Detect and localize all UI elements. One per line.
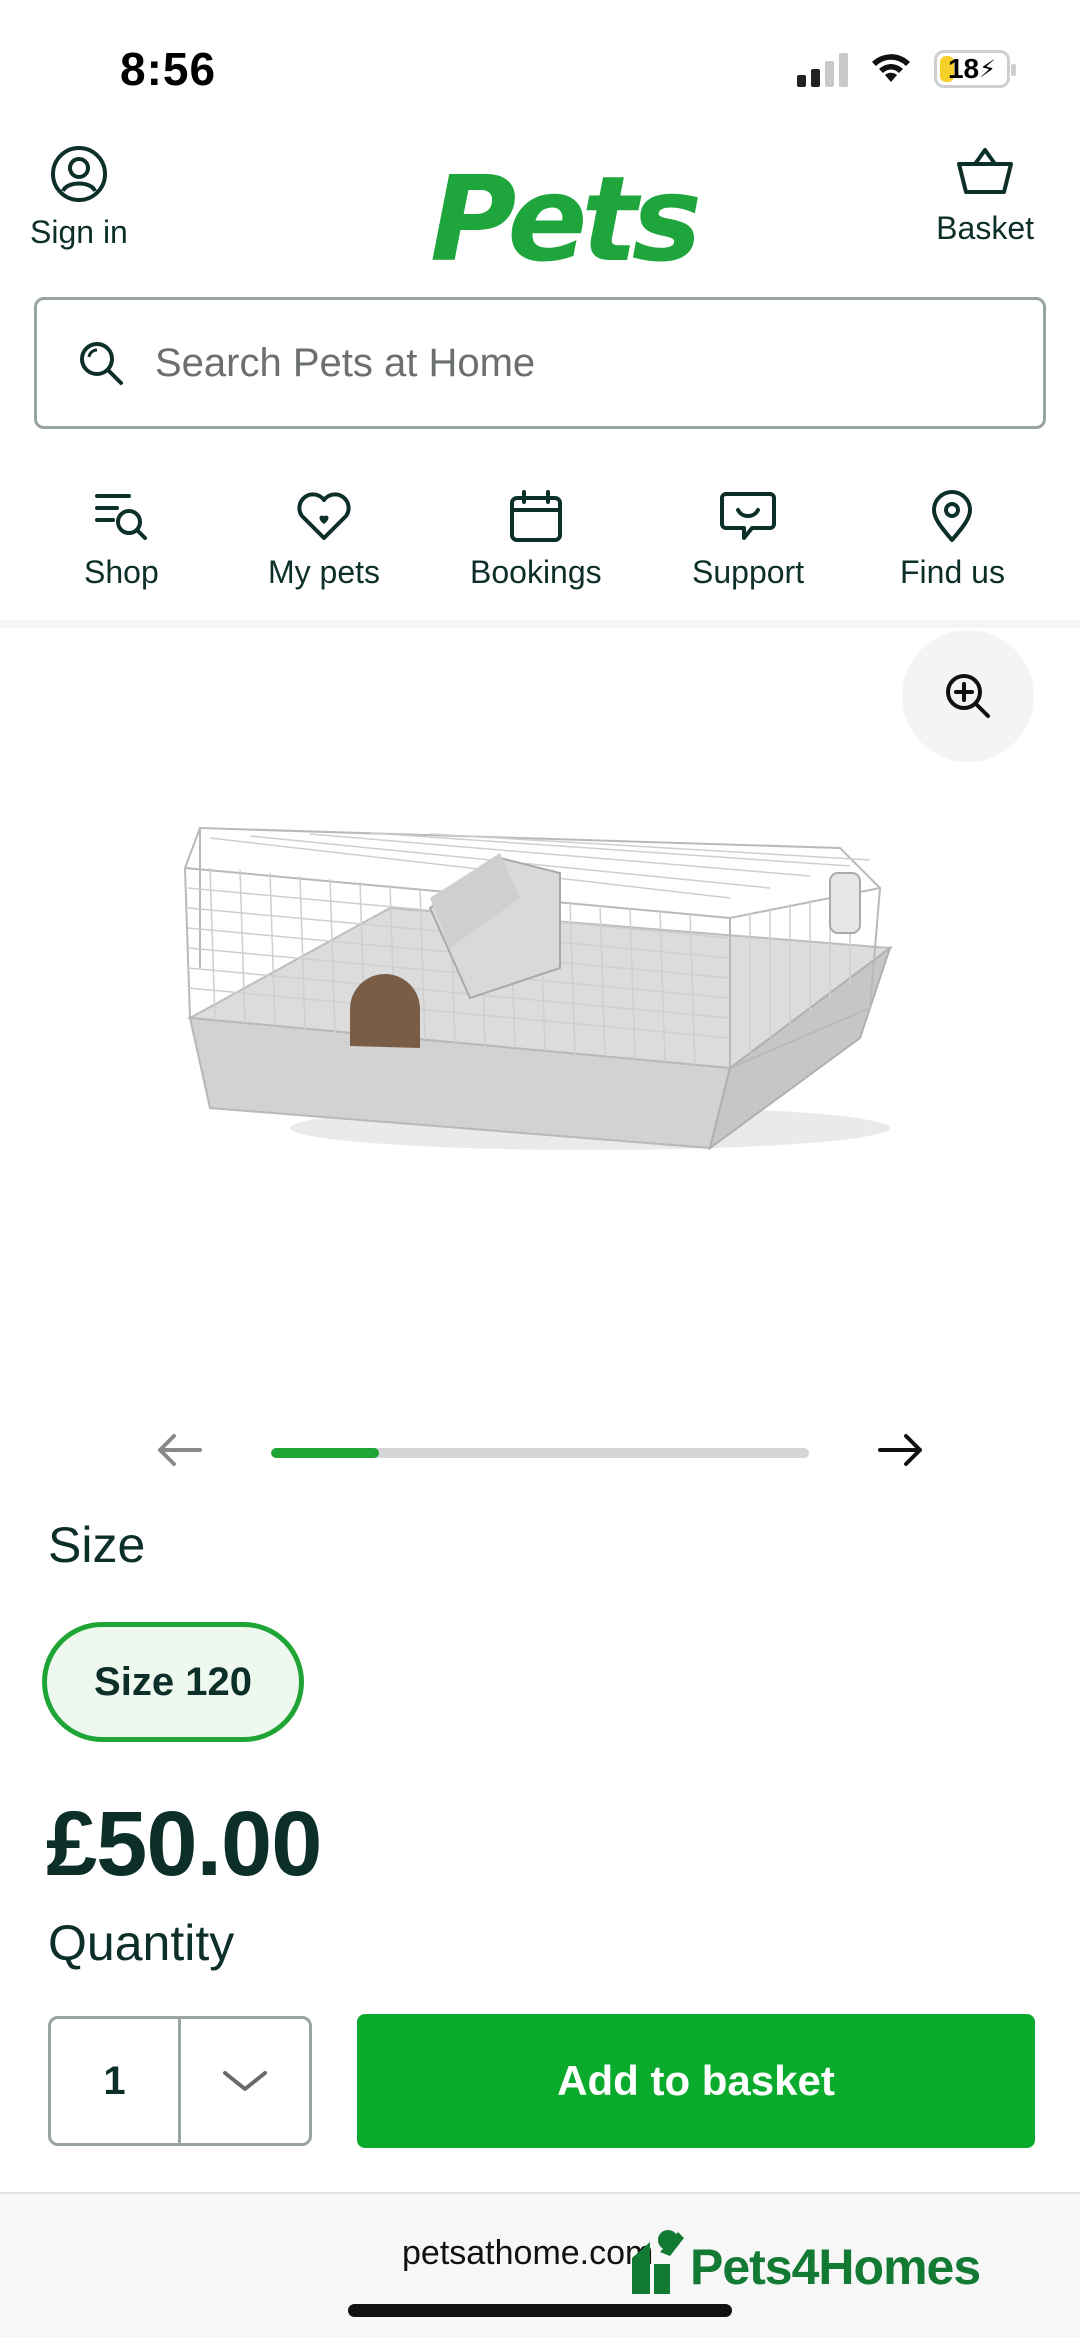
browser-url[interactable]: petsathome.com xyxy=(402,2234,653,2273)
zoom-button[interactable] xyxy=(902,630,1034,762)
nav-item-shop[interactable]: Shop xyxy=(84,488,159,591)
basket-label: Basket xyxy=(936,210,1034,246)
basket-icon xyxy=(957,148,1014,194)
product-price: £50.00 xyxy=(46,1793,322,1895)
next-image-button[interactable] xyxy=(876,1430,926,1470)
add-to-basket-button[interactable]: Add to basket xyxy=(357,2014,1035,2148)
battery-icon: 18 ⚡ xyxy=(934,50,1016,88)
nav-item-label: Shop xyxy=(84,554,159,590)
product-gallery[interactable] xyxy=(0,628,1080,1478)
previous-image-button[interactable] xyxy=(154,1430,204,1470)
shop-search-icon xyxy=(95,494,148,540)
search-input[interactable] xyxy=(155,340,975,386)
gallery-progress-track xyxy=(271,1448,809,1458)
product-image xyxy=(184,826,893,1151)
zoom-in-icon xyxy=(946,674,990,718)
quantity-dropdown-toggle[interactable] xyxy=(181,2019,309,2143)
app-header: Sign in Pets Basket xyxy=(0,130,1080,288)
nav-item-label: Find us xyxy=(900,554,1005,590)
location-pin-icon xyxy=(932,490,973,542)
home-indicator[interactable] xyxy=(348,2304,732,2317)
gallery-progress-fill xyxy=(271,1448,379,1458)
watermark-text: Pets4Homes xyxy=(690,2239,981,2295)
sign-in-button[interactable]: Sign in xyxy=(30,144,128,251)
wifi-icon xyxy=(872,54,910,82)
nav-item-label: My pets xyxy=(268,554,381,590)
quantity-value: 1 xyxy=(51,2019,181,2143)
size-option-chip[interactable]: Size 120 xyxy=(42,1622,304,1742)
nav-item-find-us[interactable]: Find us xyxy=(900,488,1005,591)
chat-bubble-icon xyxy=(720,492,777,540)
nav-item-label: Bookings xyxy=(470,554,602,590)
gallery-carousel-controls xyxy=(0,1418,1080,1488)
nav-item-support[interactable]: Support xyxy=(692,488,804,591)
status-icons: 18 ⚡ xyxy=(797,50,1016,88)
pets-logo[interactable]: Pets xyxy=(430,150,702,288)
sign-in-label: Sign in xyxy=(30,214,128,250)
account-icon xyxy=(50,146,107,202)
battery-level: 18 xyxy=(947,53,980,84)
status-bar: 8:56 18 ⚡ xyxy=(0,0,1080,130)
quantity-label: Quantity xyxy=(48,1915,235,1971)
nav-item-my-pets[interactable]: My pets xyxy=(268,488,380,591)
search-bar[interactable] xyxy=(34,297,1046,429)
cellular-signal-icon xyxy=(797,51,848,87)
search-icon xyxy=(80,342,123,385)
basket-button[interactable]: Basket xyxy=(936,144,1034,247)
watermark: Pets4Homes xyxy=(626,2224,981,2296)
nav-item-label: Support xyxy=(692,554,805,590)
heart-paw-icon xyxy=(297,492,351,540)
pets4homes-logo-icon xyxy=(632,2230,684,2294)
section-divider xyxy=(0,620,1080,628)
quantity-select[interactable]: 1 xyxy=(48,2016,312,2146)
size-label: Size xyxy=(48,1517,146,1573)
nav-item-bookings[interactable]: Bookings xyxy=(470,488,602,591)
category-nav: Shop My pets Bookings Support Find us xyxy=(0,488,1080,618)
calendar-icon xyxy=(509,490,562,542)
chevron-down-icon xyxy=(223,2071,267,2091)
status-time: 8:56 xyxy=(120,43,217,95)
